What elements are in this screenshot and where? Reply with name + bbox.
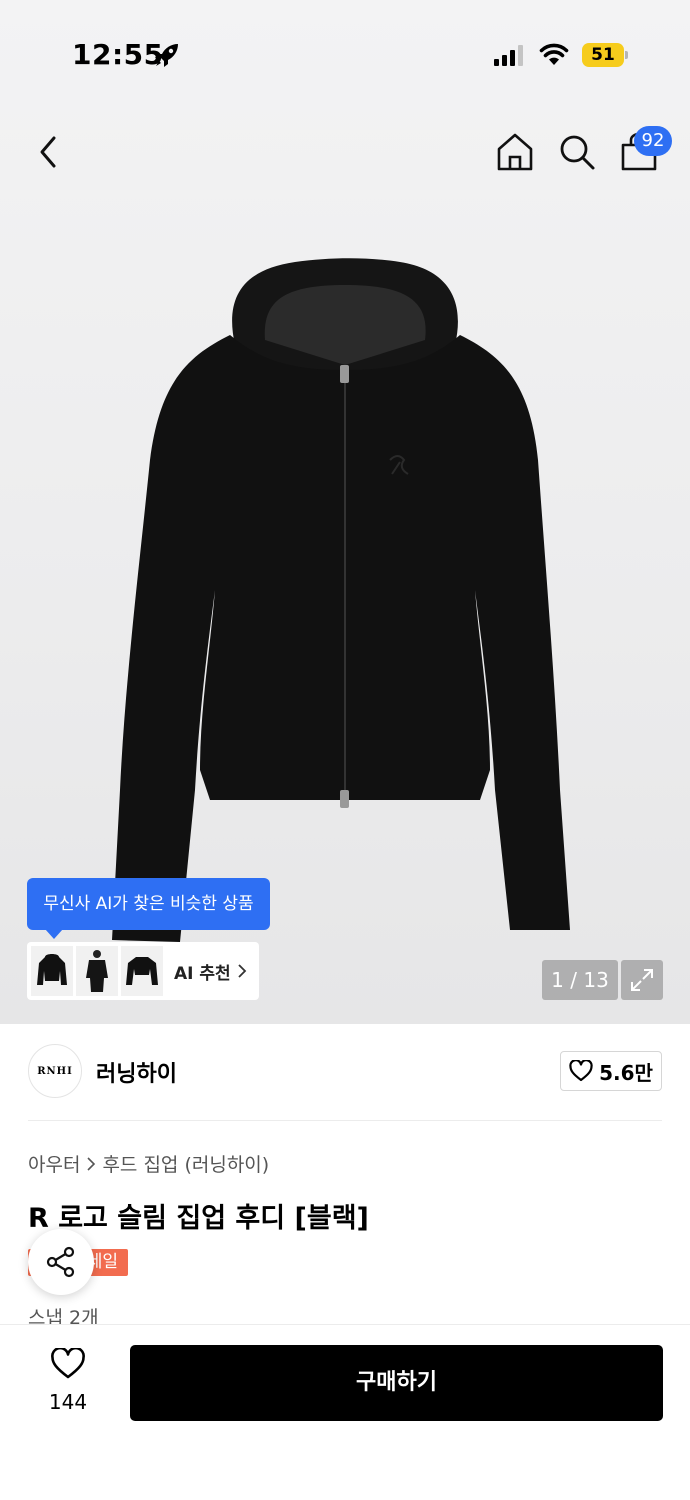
reco-thumbnail[interactable]: [121, 946, 163, 996]
reco-thumbnail[interactable]: [76, 946, 118, 996]
breadcrumb: 아우터 후드 집업 (러닝하이): [28, 1150, 269, 1177]
signal-icon: [494, 45, 523, 66]
brand-logo[interactable]: RNHI: [28, 1044, 82, 1098]
product-title: R 로고 슬림 집업 후디 [블랙]: [28, 1203, 369, 1234]
brand-like-count: 5.6만: [599, 1060, 653, 1085]
snap-count[interactable]: 스냅 2개: [28, 1303, 99, 1325]
home-icon[interactable]: [496, 132, 534, 172]
breadcrumb-category[interactable]: 아우터: [28, 1150, 80, 1177]
battery-nub: [625, 51, 628, 59]
chevron-right-icon: [87, 1156, 96, 1171]
expand-icon: [631, 969, 653, 991]
ai-reco-label: AI 추천: [174, 963, 231, 984]
image-counter: 1 / 13: [542, 960, 618, 1000]
share-icon: [46, 1246, 75, 1278]
buy-button[interactable]: 구매하기: [130, 1345, 663, 1421]
status-time: 12:55: [72, 38, 164, 71]
thumbnail-image: [37, 954, 67, 985]
share-button[interactable]: [28, 1229, 94, 1295]
ai-similar-tooltip[interactable]: 무신사 AI가 찾은 비슷한 상품: [27, 878, 270, 939]
expand-button[interactable]: [621, 960, 663, 1000]
wifi-icon: [539, 43, 569, 65]
product-gallery[interactable]: 12:55 51 92 무신사 AI가 찾은 비슷한 상품 AI 추천 1 / …: [0, 0, 690, 1024]
status-bar: 12:55 51: [0, 0, 690, 110]
product-image[interactable]: [100, 230, 590, 980]
thumbnail-image: [86, 950, 108, 992]
breadcrumb-subcategory[interactable]: 후드 집업 (러닝하이): [102, 1150, 269, 1177]
thumbnail-image: [126, 957, 158, 985]
ai-recommend-button[interactable]: AI 추천: [27, 942, 259, 1000]
brand-like-button[interactable]: 5.6만: [560, 1051, 662, 1091]
battery-indicator: 51: [582, 43, 628, 67]
heart-icon: [569, 1060, 593, 1082]
cart-count-badge: 92: [634, 126, 672, 156]
battery-level: 51: [582, 43, 624, 67]
rocket-icon: [155, 44, 178, 67]
heart-icon: [51, 1346, 85, 1379]
reco-thumbnail[interactable]: [31, 946, 73, 996]
back-icon[interactable]: [34, 132, 66, 172]
chevron-right-icon: [238, 964, 246, 978]
wishlist-count: 144: [48, 1390, 88, 1414]
search-icon[interactable]: [558, 132, 596, 172]
divider: [28, 1120, 662, 1121]
brand-name[interactable]: 러닝하이: [96, 1056, 177, 1088]
